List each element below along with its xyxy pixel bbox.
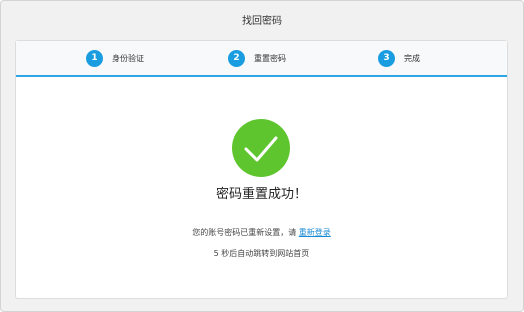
step-number-3: 3	[378, 49, 395, 67]
progress-steps: 1 身份验证 2 重置密码 3 完成	[16, 41, 507, 77]
step-label-identity-verification: 身份验证	[112, 53, 144, 63]
redirect-notice: 5 秒后自动跳转到网站首页	[213, 249, 310, 258]
check-circle-icon	[232, 119, 290, 177]
relogin-link[interactable]: 重新登录	[299, 228, 331, 237]
content-card: 1 身份验证 2 重置密码 3 完成 密码重置成功！ 您的账号密码已重新设置，请…	[15, 40, 508, 299]
step-label-reset-password: 重置密码	[254, 53, 286, 63]
reset-message: 您的账号密码已重新设置，请 重新登录	[16, 227, 507, 238]
step-reset-password: 2 重置密码	[228, 49, 286, 67]
step-identity-verification: 1 身份验证	[86, 49, 144, 67]
step-label-complete: 完成	[404, 53, 420, 63]
step-number-1: 1	[86, 49, 103, 67]
reset-message-text: 您的账号密码已重新设置，请	[192, 228, 297, 237]
page-title: 找回密码	[242, 16, 282, 27]
success-title: 密码重置成功！	[215, 187, 307, 202]
step-complete: 3 完成	[378, 49, 420, 67]
step-number-2: 2	[228, 49, 245, 67]
